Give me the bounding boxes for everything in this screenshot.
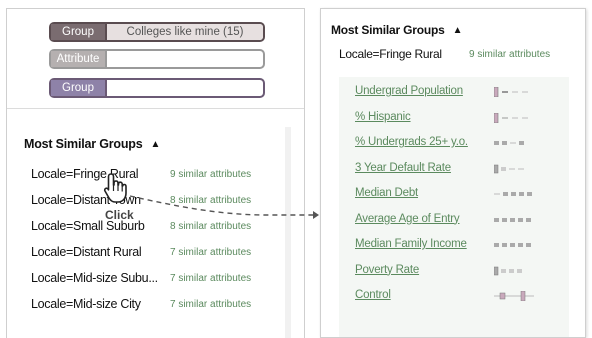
attribute-link[interactable]: Control [355,289,391,301]
group-similarity-count: 7 similar attributes [170,247,252,258]
group-similarity-count: 7 similar attributes [170,299,252,310]
detail-title[interactable]: Most Similar Groups ▲ [331,23,462,37]
attribute-row[interactable]: 3 Year Default Rate [339,154,569,180]
group-similarity-count: 8 similar attributes [170,221,252,232]
hand-pointer-icon [103,173,127,203]
group-detail-popup: Most Similar Groups ▲ Locale=Fringe Rural… [320,8,586,338]
attribute-row[interactable]: Median Family Income [339,230,569,256]
group-list: Locale=Fringe Rural 9 similar attributes… [7,161,287,317]
group-filter-label: Group [51,24,107,40]
group-name[interactable]: Locale=Mid-size City [31,297,157,311]
filter-area: Group Colleges like mine (15) Attribute … [7,9,304,109]
group-row[interactable]: Locale=Distant Town 8 similar attributes [7,187,287,213]
detail-locale: Locale=Fringe Rural [339,47,442,61]
second-group-filter-pill[interactable]: Group [49,78,265,98]
group-name[interactable]: Locale=Small Suburb [31,219,157,233]
section-title-text: Most Similar Groups [24,137,143,151]
attribute-link[interactable]: Median Debt [355,187,418,199]
attribute-row[interactable]: % Hispanic [339,103,569,129]
group-name[interactable]: Locale=Mid-size Subu... [31,271,157,285]
distribution-glyph-icon [494,243,531,247]
attribute-row[interactable]: Undergrad Population [339,77,569,103]
attribute-filter-value[interactable] [107,51,263,67]
distribution-glyph-icon [494,87,528,97]
distribution-glyph-icon [494,141,524,145]
detail-similarity-count: 9 similar attributes [469,49,551,60]
second-group-filter-value[interactable] [107,80,263,96]
second-group-filter-label: Group [51,80,107,96]
group-filter-value[interactable]: Colleges like mine (15) [107,24,263,40]
distribution-glyph-icon [494,266,522,275]
distribution-glyph-icon [494,164,524,173]
group-row[interactable]: Locale=Small Suburb 8 similar attributes [7,213,287,239]
attribute-row[interactable]: Control [339,281,569,307]
attribute-link[interactable]: % Hispanic [355,111,411,123]
detail-title-text: Most Similar Groups [331,23,445,37]
attribute-row[interactable]: % Undergrads 25+ y.o. [339,128,569,154]
distribution-glyph-icon [494,291,534,301]
attribute-link[interactable]: Median Family Income [355,238,467,250]
attribute-row[interactable]: Average Age of Entry [339,205,569,231]
group-similarity-count: 7 similar attributes [170,273,252,284]
group-similarity-count: 9 similar attributes [170,169,252,180]
group-name[interactable]: Locale=Distant Rural [31,245,157,259]
group-row[interactable]: Locale=Mid-size Subu... 7 similar attrib… [7,265,287,291]
click-annotation-label: Click [105,208,134,222]
most-similar-groups-header[interactable]: Most Similar Groups ▲ [24,137,160,151]
attribute-link[interactable]: 3 Year Default Rate [355,162,451,174]
attribute-filter-label: Attribute [51,51,107,67]
distribution-glyph-icon [494,192,532,196]
attribute-link[interactable]: % Undergrads 25+ y.o. [355,136,468,148]
group-filter-pill[interactable]: Group Colleges like mine (15) [49,22,265,42]
similar-attributes-list: Undergrad Population % Hispanic % Underg… [339,77,569,337]
attribute-filter-pill[interactable]: Attribute [49,49,265,69]
group-row[interactable]: Locale=Fringe Rural 9 similar attributes [7,161,287,187]
attribute-link[interactable]: Undergrad Population [355,85,463,97]
attribute-link[interactable]: Average Age of Entry [355,213,460,225]
group-row[interactable]: Locale=Distant Rural 7 similar attribute… [7,239,287,265]
attribute-row[interactable]: Median Debt [339,179,569,205]
group-similarity-count: 8 similar attributes [170,195,252,206]
groups-panel: Group Colleges like mine (15) Attribute … [6,8,305,338]
attribute-row[interactable]: Poverty Rate [339,256,569,282]
distribution-glyph-icon [494,217,531,222]
group-name[interactable]: Locale=Fringe Rural [31,167,157,181]
attribute-link[interactable]: Poverty Rate [355,264,419,276]
distribution-glyph-icon [494,112,528,123]
detail-caret-icon[interactable]: ▲ [453,25,463,36]
group-name[interactable]: Locale=Distant Town [31,193,157,207]
sort-caret-icon[interactable]: ▲ [150,139,160,150]
group-row[interactable]: Locale=Mid-size City 7 similar attribute… [7,291,287,317]
